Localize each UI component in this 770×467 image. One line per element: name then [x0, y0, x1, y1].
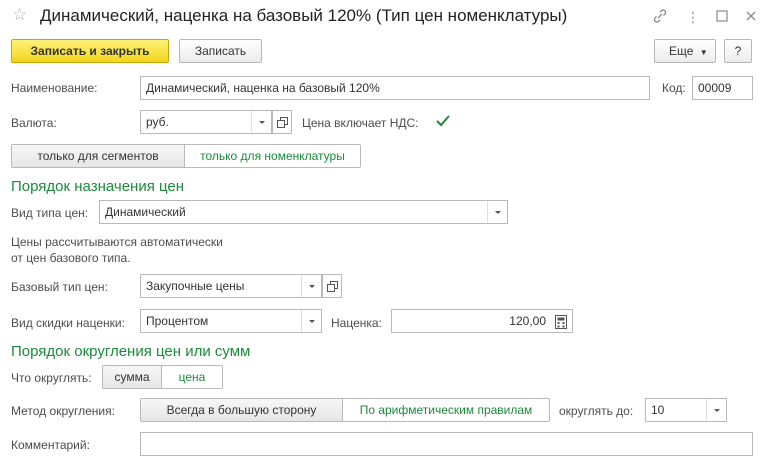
- what-to-round-toggle[interactable]: сумма цена: [102, 365, 223, 389]
- name-field[interactable]: Динамический, наценка на базовый 120%: [140, 76, 650, 100]
- markup-field[interactable]: 120,00: [391, 309, 573, 333]
- base-price-type-select[interactable]: Закупочные цены: [140, 274, 322, 298]
- auto-calc-note-line2: от цен базового типа.: [11, 251, 131, 265]
- what-to-round-option-price[interactable]: цена: [162, 366, 222, 388]
- rounding-method-label: Метод округления:: [11, 404, 115, 418]
- markup-value: 120,00: [509, 314, 546, 328]
- currency-value: руб.: [146, 115, 169, 129]
- save-button[interactable]: Записать: [179, 39, 262, 63]
- code-label: Код:: [662, 81, 686, 95]
- dropdown-arrow-icon[interactable]: [706, 399, 726, 421]
- dropdown-arrow-icon[interactable]: [251, 111, 271, 133]
- minimize-icon[interactable]: [713, 8, 731, 26]
- dropdown-arrow-icon[interactable]: [487, 201, 507, 223]
- currency-select[interactable]: руб.: [140, 110, 272, 134]
- round-to-value: 10: [651, 403, 665, 417]
- scope-option-nomenclature[interactable]: только для номенклатуры: [185, 145, 360, 167]
- base-price-type-label: Базовый тип цен:: [11, 280, 108, 294]
- scope-toggle[interactable]: только для сегментов только для номенкла…: [11, 144, 361, 168]
- dropdown-arrow-icon[interactable]: [301, 310, 321, 332]
- round-to-select[interactable]: 10: [645, 398, 727, 422]
- rounding-method-option-arithmetic[interactable]: По арифметическим правилам: [343, 399, 549, 421]
- dropdown-arrow-icon[interactable]: [301, 275, 321, 297]
- discount-kind-label: Вид скидки наценки:: [11, 316, 125, 330]
- comment-label: Комментарий:: [11, 438, 90, 452]
- name-label: Наименование:: [11, 81, 98, 95]
- more-button[interactable]: Еще ▼: [654, 39, 716, 63]
- discount-kind-value: Процентом: [146, 314, 209, 328]
- round-to-label: округлять до:: [559, 404, 634, 418]
- comment-field[interactable]: [140, 432, 753, 456]
- discount-kind-select[interactable]: Процентом: [140, 309, 322, 333]
- markup-label: Наценка:: [331, 316, 382, 330]
- window-title: Динамический, наценка на базовый 120% (Т…: [40, 6, 568, 25]
- more-button-label: Еще: [669, 44, 694, 58]
- auto-calc-note-line1: Цены рассчитываются автоматически: [11, 235, 223, 249]
- help-button[interactable]: ?: [724, 39, 752, 63]
- what-to-round-option-sum[interactable]: сумма: [103, 366, 162, 388]
- vat-label: Цена включает НДС:: [302, 116, 419, 130]
- code-field[interactable]: 00009: [692, 76, 753, 100]
- scope-option-segments[interactable]: только для сегментов: [12, 145, 185, 167]
- pricing-heading: Порядок назначения цен: [11, 178, 185, 195]
- close-icon[interactable]: [742, 8, 760, 26]
- price-type-kind-label: Вид типа цен:: [11, 206, 89, 220]
- open-base-price-type-icon[interactable]: [322, 274, 342, 298]
- what-to-round-label: Что округлять:: [11, 371, 92, 385]
- currency-label: Валюта:: [11, 116, 57, 130]
- rounding-method-toggle[interactable]: Всегда в большую сторону По арифметическ…: [140, 398, 550, 422]
- rounding-heading: Порядок округления цен или сумм: [11, 343, 251, 360]
- calculator-icon[interactable]: [554, 314, 568, 329]
- more-vertical-icon[interactable]: ⋮: [684, 8, 702, 26]
- chevron-down-icon: ▼: [699, 48, 708, 57]
- price-type-kind-value: Динамический: [105, 205, 186, 219]
- rounding-method-option-up[interactable]: Всегда в большую сторону: [141, 399, 343, 421]
- price-type-kind-select[interactable]: Динамический: [99, 200, 508, 224]
- link-icon[interactable]: [651, 8, 669, 26]
- base-price-type-value: Закупочные цены: [146, 279, 245, 293]
- vat-checkbox[interactable]: [434, 112, 452, 130]
- save-and-close-button[interactable]: Записать и закрыть: [11, 39, 169, 63]
- favorite-star-icon[interactable]: ☆: [12, 5, 27, 25]
- open-currency-icon[interactable]: [272, 110, 292, 134]
